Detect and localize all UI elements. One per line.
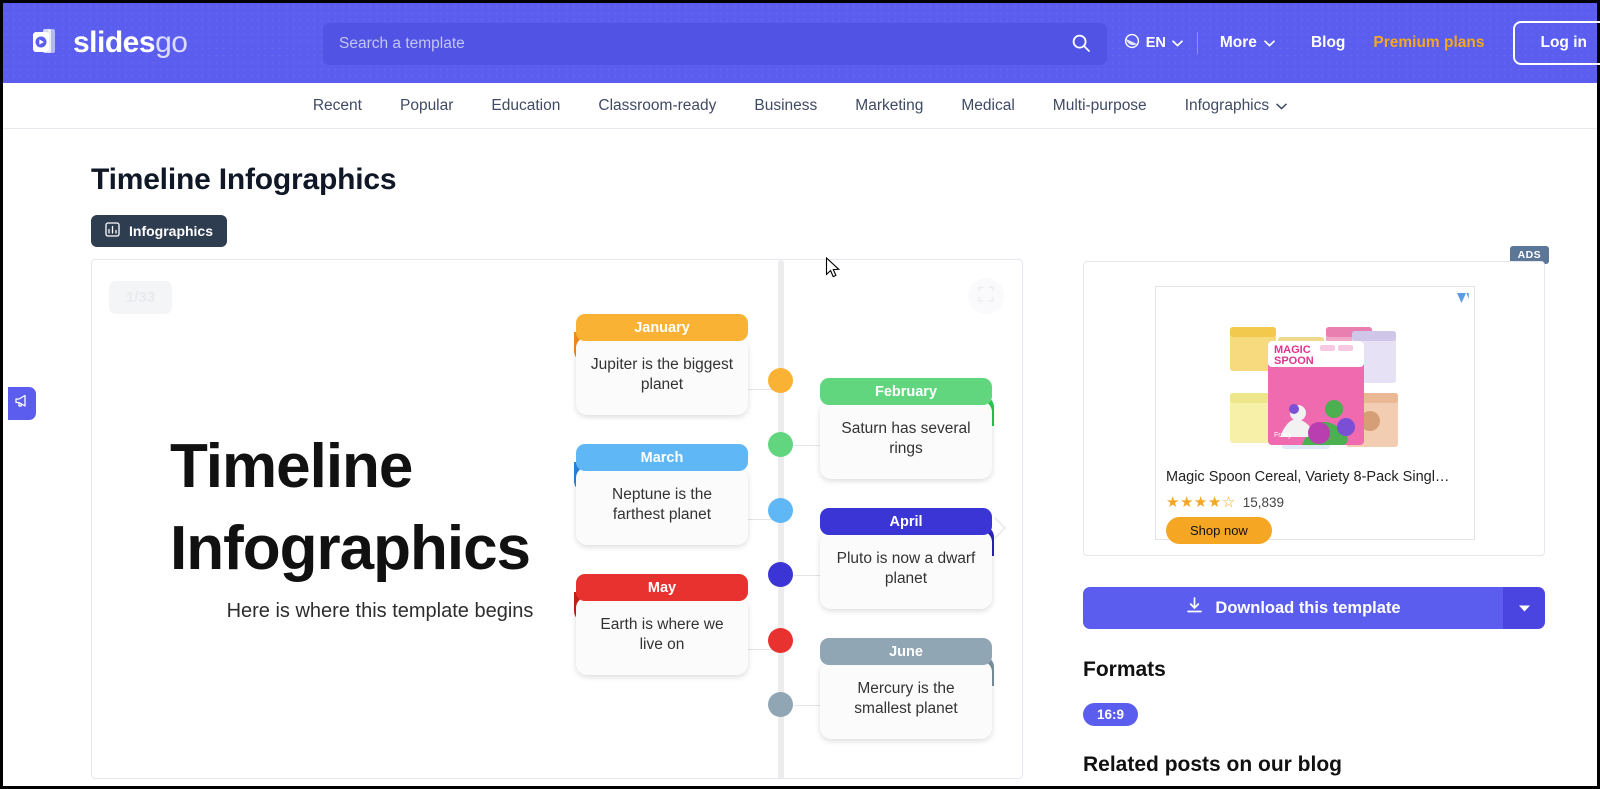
search-button[interactable]: [1055, 23, 1107, 65]
timeline-card-text: Saturn has several rings: [820, 401, 992, 479]
download-icon: [1185, 596, 1204, 620]
chevron-down-icon: [1264, 34, 1275, 52]
nav-item-infographics[interactable]: Infographics: [1166, 97, 1306, 115]
ad-choices-icon[interactable]: [1457, 291, 1469, 303]
nav-label: Marketing: [855, 96, 924, 114]
header-actions: EN More Blog Premium plans Log in: [1110, 3, 1600, 83]
more-label: More: [1219, 34, 1257, 51]
nav-label: Medical: [961, 96, 1015, 114]
site-header: slidesgo EN More: [3, 3, 1600, 83]
feedback-tab[interactable]: [8, 387, 36, 420]
nav-label: Business: [754, 96, 818, 114]
category-badge-label: Infographics: [129, 223, 214, 239]
slide-subtitle: Here is where this template begins: [226, 600, 534, 622]
timeline-card-month: February: [820, 378, 992, 405]
timeline-dot: [768, 368, 793, 393]
page-title: Timeline Infographics: [91, 163, 397, 196]
search-icon: [1071, 33, 1091, 56]
search-input[interactable]: [323, 35, 1055, 53]
timeline-card-text: Mercury is the smallest planet: [820, 661, 992, 739]
timeline-card-text: Jupiter is the biggest planet: [576, 337, 748, 415]
download-label: Download this template: [1215, 598, 1401, 617]
slidesgo-logo-icon: [30, 26, 64, 60]
timeline-card-april: April Pluto is now a dwarf planet: [820, 508, 994, 609]
more-menu[interactable]: More: [1198, 34, 1297, 52]
blog-link[interactable]: Blog: [1297, 34, 1359, 52]
login-button[interactable]: Log in: [1512, 21, 1600, 65]
fullscreen-icon: [978, 285, 994, 307]
nav-label: Recent: [312, 96, 362, 114]
fullscreen-button[interactable]: [968, 278, 1004, 314]
category-nav: Recent Popular Education Classroom-ready…: [3, 83, 1597, 129]
language-label: EN: [1145, 35, 1166, 51]
nav-item-multi-purpose[interactable]: Multi-purpose: [1034, 97, 1166, 115]
timeline-card-month: April: [820, 508, 992, 535]
ad-image: MAGIC SPOON Fruity: [1194, 309, 1438, 459]
timeline-dot: [768, 628, 793, 653]
timeline-card-may: May Earth is where we live on: [574, 574, 748, 675]
bar-chart-icon: [105, 222, 120, 240]
category-badge[interactable]: Infographics: [91, 215, 228, 247]
timeline-card-month: January: [576, 314, 748, 341]
ad-shop-now-button[interactable]: Shop now: [1166, 517, 1272, 544]
timeline-card-text: Pluto is now a dwarf planet: [820, 531, 992, 609]
search-bar[interactable]: [323, 23, 1107, 65]
nav-label: Popular: [399, 96, 454, 114]
megaphone-icon: [14, 393, 30, 414]
timeline-card-text: Earth is where we live on: [576, 597, 748, 675]
timeline-card-month: June: [820, 638, 992, 665]
nav-label: Education: [491, 96, 561, 114]
timeline-card-june: June Mercury is the smallest planet: [820, 638, 994, 739]
ad-unit[interactable]: MAGIC SPOON Fruity Magic Spoon Cereal, V…: [1155, 286, 1475, 544]
nav-item-popular[interactable]: Popular: [381, 97, 472, 115]
svg-text:SPOON: SPOON: [1274, 355, 1314, 367]
star-rating-icon: ★★★★☆: [1166, 494, 1236, 511]
timeline-dot: [768, 562, 793, 587]
timeline-card-month: March: [576, 444, 748, 471]
nav-item-recent[interactable]: Recent: [294, 97, 381, 115]
timeline-dot: [768, 498, 793, 523]
nav-item-marketing[interactable]: Marketing: [836, 97, 942, 115]
formats-heading: Formats: [1083, 658, 1166, 681]
language-selector[interactable]: EN: [1110, 33, 1197, 53]
timeline-card-month: May: [576, 574, 748, 601]
slide-counter: 1/33: [109, 281, 172, 314]
chevron-down-icon: [1172, 35, 1183, 51]
timeline-card-march: March Neptune is the farthest planet: [574, 444, 748, 545]
ad-rating-count: 15,839: [1242, 494, 1285, 510]
slide-preview[interactable]: 1/33 Timeline Infographics Here is where…: [91, 259, 1023, 779]
logo[interactable]: slidesgo: [30, 26, 188, 60]
nav-item-medical[interactable]: Medical: [942, 97, 1033, 115]
nav-label: Infographics: [1184, 96, 1270, 114]
timeline-card-text: Neptune is the farthest planet: [576, 467, 748, 545]
globe-icon: [1124, 33, 1140, 53]
download-options-button[interactable]: [1503, 587, 1545, 629]
ad-title[interactable]: Magic Spoon Cereal, Variety 8-Pack Singl…: [1166, 469, 1466, 485]
ad-rating: ★★★★☆ 15,839: [1166, 493, 1284, 511]
ad-container: MAGIC SPOON Fruity Magic Spoon Cereal, V…: [1083, 261, 1545, 556]
slide-title: Timeline Infographics: [170, 432, 531, 583]
timeline-card-january: January Jupiter is the biggest planet: [574, 314, 748, 415]
format-chip-16-9[interactable]: 16:9: [1083, 703, 1139, 726]
download-template-button[interactable]: Download this template: [1083, 587, 1503, 629]
svg-text:Fruity: Fruity: [1274, 432, 1292, 439]
nav-item-business[interactable]: Business: [735, 97, 836, 115]
chevron-down-icon: [1518, 601, 1531, 616]
premium-plans-link[interactable]: Premium plans: [1359, 34, 1498, 52]
timeline-dot: [768, 692, 793, 717]
nav-label: Multi-purpose: [1052, 96, 1147, 114]
related-posts-heading: Related posts on our blog: [1083, 753, 1343, 776]
nav-label: Classroom-ready: [598, 96, 717, 114]
timeline-dot: [768, 432, 793, 457]
chevron-down-icon: [1276, 97, 1287, 115]
download-row: Download this template: [1083, 587, 1545, 629]
nav-item-education[interactable]: Education: [472, 97, 579, 115]
nav-item-classroom-ready[interactable]: Classroom-ready: [579, 97, 735, 115]
logo-text: slidesgo: [73, 26, 188, 59]
timeline-card-february: February Saturn has several rings: [820, 378, 994, 479]
